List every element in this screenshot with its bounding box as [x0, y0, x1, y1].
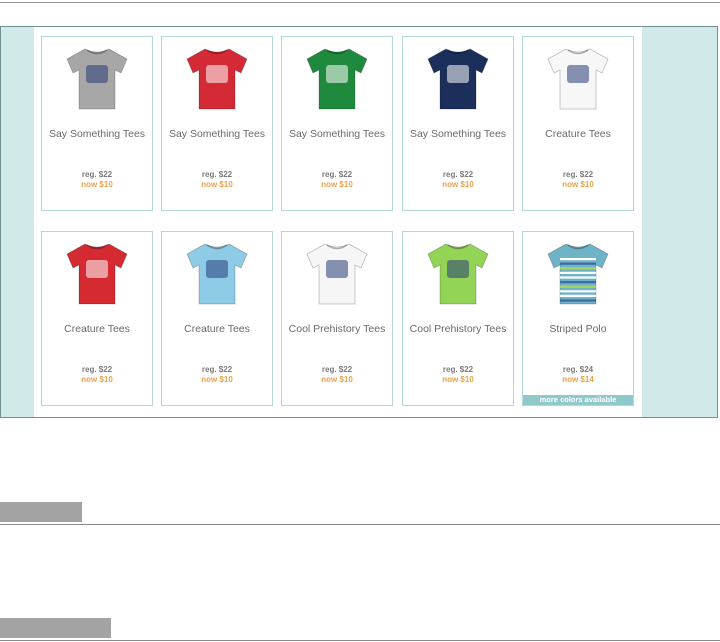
section-divider-2 — [0, 640, 720, 641]
sale-price: now $10 — [321, 180, 353, 189]
sale-price: now $10 — [442, 180, 474, 189]
sale-price: now $10 — [321, 375, 353, 384]
regular-price: reg. $24 — [562, 365, 594, 374]
product-card[interactable]: Creature Tees reg. $22 now $10 — [41, 231, 153, 406]
more-colors-link[interactable]: more colors available — [523, 395, 633, 405]
product-name[interactable]: Say Something Tees — [162, 128, 272, 140]
product-card[interactable]: Say Something Tees reg. $22 now $10 — [402, 36, 514, 211]
regular-price: reg. $22 — [81, 170, 113, 179]
product-grid-frame: Say Something Tees reg. $22 now $10 Say Som… — [0, 26, 718, 418]
dinosaur-tee-icon — [306, 243, 368, 305]
sale-price: now $14 — [562, 375, 594, 384]
regular-price: reg. $22 — [562, 170, 594, 179]
product-name[interactable]: Say Something Tees — [403, 128, 513, 140]
product-card[interactable]: Cool Prehistory Tees reg. $22 now $10 — [281, 231, 393, 406]
product-name[interactable]: Cool Prehistory Tees — [403, 323, 513, 335]
top-divider — [0, 2, 720, 3]
gray-graphic-tee-icon — [66, 48, 128, 110]
alligator-tee-icon — [186, 243, 248, 305]
sale-price: now $10 — [442, 375, 474, 384]
product-card[interactable]: Creature Tees reg. $22 now $10 — [522, 36, 634, 211]
product-card[interactable]: Say Something Tees reg. $22 now $10 — [281, 36, 393, 211]
section-divider-1 — [0, 524, 720, 525]
regular-price: reg. $22 — [321, 170, 353, 179]
product-name[interactable]: Creature Tees — [42, 323, 152, 335]
turtle-tee-icon — [66, 243, 128, 305]
red-graphic-tee-icon — [186, 48, 248, 110]
product-name[interactable]: Striped Polo — [523, 323, 633, 335]
striped-polo-icon — [547, 243, 609, 305]
product-card[interactable]: Say Something Tees reg. $22 now $10 — [161, 36, 273, 211]
regular-price: reg. $22 — [201, 170, 233, 179]
regular-price: reg. $22 — [442, 170, 474, 179]
product-name[interactable]: Say Something Tees — [282, 128, 392, 140]
regular-price: reg. $22 — [201, 365, 233, 374]
product-name[interactable]: Creature Tees — [523, 128, 633, 140]
product-card[interactable]: Say Something Tees reg. $22 now $10 — [41, 36, 153, 211]
regular-price: reg. $22 — [442, 365, 474, 374]
green-graphic-tee-icon — [306, 48, 368, 110]
sale-price: now $10 — [81, 180, 113, 189]
stegosaurus-tee-icon — [427, 243, 489, 305]
section-tab-2[interactable] — [0, 618, 111, 638]
product-grid: Say Something Tees reg. $22 now $10 Say Som… — [34, 27, 642, 417]
regular-price: reg. $22 — [321, 365, 353, 374]
sale-price: now $10 — [201, 180, 233, 189]
product-name[interactable]: Say Something Tees — [42, 128, 152, 140]
product-name[interactable]: Cool Prehistory Tees — [282, 323, 392, 335]
sale-price: now $10 — [562, 180, 594, 189]
regular-price: reg. $22 — [81, 365, 113, 374]
sale-price: now $10 — [81, 375, 113, 384]
sale-price: now $10 — [201, 375, 233, 384]
product-name[interactable]: Creature Tees — [162, 323, 272, 335]
product-card[interactable]: Creature Tees reg. $22 now $10 — [161, 231, 273, 406]
octopus-tee-icon — [547, 48, 609, 110]
product-card[interactable]: Striped Polo reg. $24 now $14 more colors a… — [522, 231, 634, 406]
section-tab-1[interactable] — [0, 502, 82, 522]
navy-graphic-tee-icon — [427, 48, 489, 110]
product-card[interactable]: Cool Prehistory Tees reg. $22 now $10 — [402, 231, 514, 406]
